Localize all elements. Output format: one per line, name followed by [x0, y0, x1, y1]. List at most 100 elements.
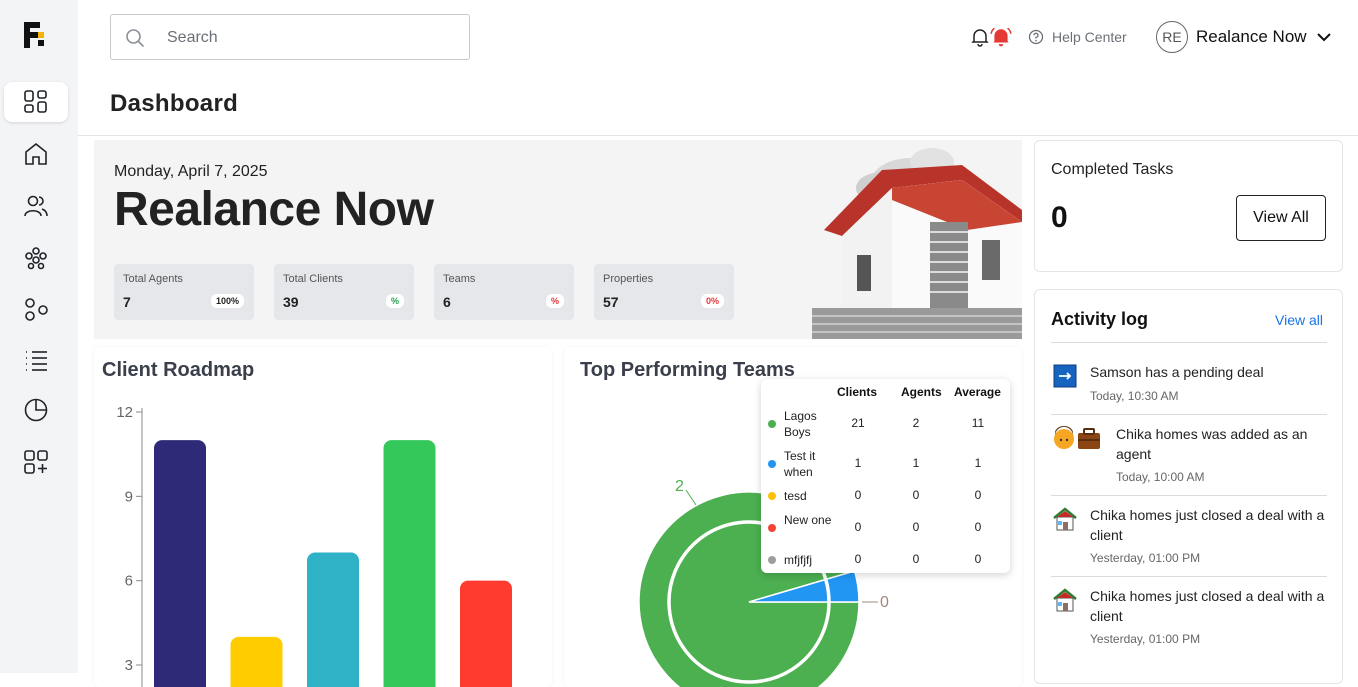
bar — [307, 552, 359, 687]
activity-text: Chika homes just closed a deal with a cl… — [1090, 588, 1325, 624]
label-connector — [685, 489, 697, 506]
stat-badge: % — [385, 294, 404, 308]
clients-cell: 0 — [854, 520, 862, 534]
stat-value: 7 — [123, 294, 131, 310]
page-title: Dashboard — [110, 90, 239, 117]
notifications[interactable] — [970, 14, 1012, 60]
agent-briefcase-icon — [1054, 426, 1100, 449]
nav-dashboard[interactable] — [4, 82, 68, 122]
hero-banner: Monday, April 7, 2025 Realance Now Total… — [94, 140, 1022, 339]
activity-log-title: Activity log — [1051, 309, 1149, 329]
avatar: RE — [1156, 21, 1188, 53]
nav-users[interactable] — [4, 186, 68, 226]
nav-list[interactable] — [4, 340, 68, 380]
search-box[interactable] — [110, 14, 470, 60]
activity-time: Yesterday, 01:00 PM — [1090, 551, 1201, 565]
legend-dot — [768, 460, 776, 468]
users-icon — [24, 195, 48, 217]
completed-tasks-card: Completed Tasks 0 View All — [1034, 140, 1343, 272]
legend-dot — [768, 492, 776, 500]
home-icon — [25, 142, 47, 165]
house-illustration — [812, 148, 1022, 339]
team-name: Lagos Boys — [784, 409, 817, 439]
nav-reports[interactable] — [4, 390, 68, 430]
pie-label: 0 — [880, 594, 889, 611]
y-tick-label: 12 — [116, 404, 133, 421]
brand-logo-icon[interactable] — [24, 22, 46, 53]
bell-alert-icon — [990, 27, 1012, 47]
average-cell: 0 — [974, 488, 982, 502]
header-average: Average — [954, 385, 1001, 399]
activity-text: Chika homes was added as an agent — [1116, 426, 1308, 462]
completed-tasks-title: Completed Tasks — [1051, 161, 1174, 178]
average-cell: 0 — [974, 552, 982, 566]
help-center-label: Help Center — [1052, 29, 1127, 45]
help-icon — [1028, 29, 1044, 45]
stat-label: Total Clients — [283, 273, 343, 285]
house-icon — [1053, 588, 1077, 612]
stat-properties: Properties 57 0% — [594, 264, 734, 320]
client-roadmap-card: Client Roadmap 3 6 9 12 — [94, 347, 552, 687]
divider — [1051, 576, 1327, 577]
team-name: New one — [784, 513, 832, 527]
house-icon — [1053, 507, 1077, 531]
search-icon — [126, 29, 145, 48]
stat-teams: Teams 6 % — [434, 264, 574, 320]
nav-home[interactable] — [4, 134, 68, 174]
clients-cell: 1 — [854, 456, 862, 470]
bar — [460, 580, 512, 687]
search-input[interactable] — [167, 25, 457, 51]
bell-icon[interactable] — [970, 27, 990, 47]
help-center-link[interactable]: Help Center — [1028, 14, 1127, 60]
completed-tasks-count: 0 — [1051, 201, 1068, 234]
clients-cell: 0 — [854, 552, 862, 566]
stat-total-clients: Total Clients 39 % — [274, 264, 414, 320]
activity-text: Samson has a pending deal — [1090, 364, 1264, 380]
average-cell: 11 — [971, 416, 985, 430]
team-name: Test it when — [784, 449, 816, 479]
activity-log-card: Activity log View all Samson has a pendi… — [1034, 289, 1343, 684]
stat-value: 39 — [283, 294, 299, 310]
arrow-box-icon — [1053, 364, 1077, 388]
view-all-tasks-button[interactable]: View All — [1236, 195, 1326, 241]
legend-dot — [768, 524, 776, 532]
y-tick-label: 6 — [125, 573, 133, 590]
list-icon — [26, 351, 47, 371]
divider — [1051, 414, 1327, 415]
team-name: tesd — [784, 489, 807, 503]
average-cell: 0 — [974, 520, 982, 534]
stat-badge: 0% — [700, 294, 724, 308]
teams-tooltip-table: Clients Agents Average Lagos Boys 21 2 1… — [761, 379, 1010, 573]
nodes-icon — [25, 298, 48, 321]
legend-dot — [768, 420, 776, 428]
team-name: mfjfjfj — [784, 553, 812, 567]
stat-label: Total Agents — [123, 273, 183, 285]
user-menu[interactable]: RE Realance Now — [1156, 14, 1333, 60]
chevron-down-icon[interactable] — [1315, 28, 1333, 46]
stat-label: Teams — [443, 273, 476, 285]
activity-text: Chika homes just closed a deal with a cl… — [1090, 507, 1325, 543]
agents-cell: 0 — [912, 520, 920, 534]
legend-dot — [768, 556, 776, 564]
client-roadmap-chart: 3 6 9 12 — [116, 404, 512, 687]
agents-cell: 0 — [912, 488, 920, 502]
bar — [230, 636, 283, 687]
activity-view-all-link[interactable]: View all — [1275, 312, 1323, 328]
stat-badge: % — [545, 294, 564, 308]
divider — [1051, 495, 1327, 496]
nav-teams[interactable] — [4, 238, 68, 278]
divider — [1051, 342, 1327, 343]
agents-cell: 0 — [912, 552, 920, 566]
average-cell: 1 — [974, 456, 982, 470]
sidebar — [0, 0, 78, 673]
stat-label: Properties — [603, 273, 654, 285]
stat-badge: 100% — [210, 294, 244, 308]
agents-cell: 1 — [912, 456, 920, 470]
hero-name: Realance Now — [114, 183, 434, 236]
divider — [78, 135, 1358, 136]
pie-label: 2 — [675, 478, 684, 495]
nav-network[interactable] — [4, 290, 68, 330]
nav-add-apps[interactable] — [4, 442, 68, 482]
stat-total-agents: Total Agents 7 100% — [114, 264, 254, 320]
stat-value: 6 — [443, 294, 451, 310]
